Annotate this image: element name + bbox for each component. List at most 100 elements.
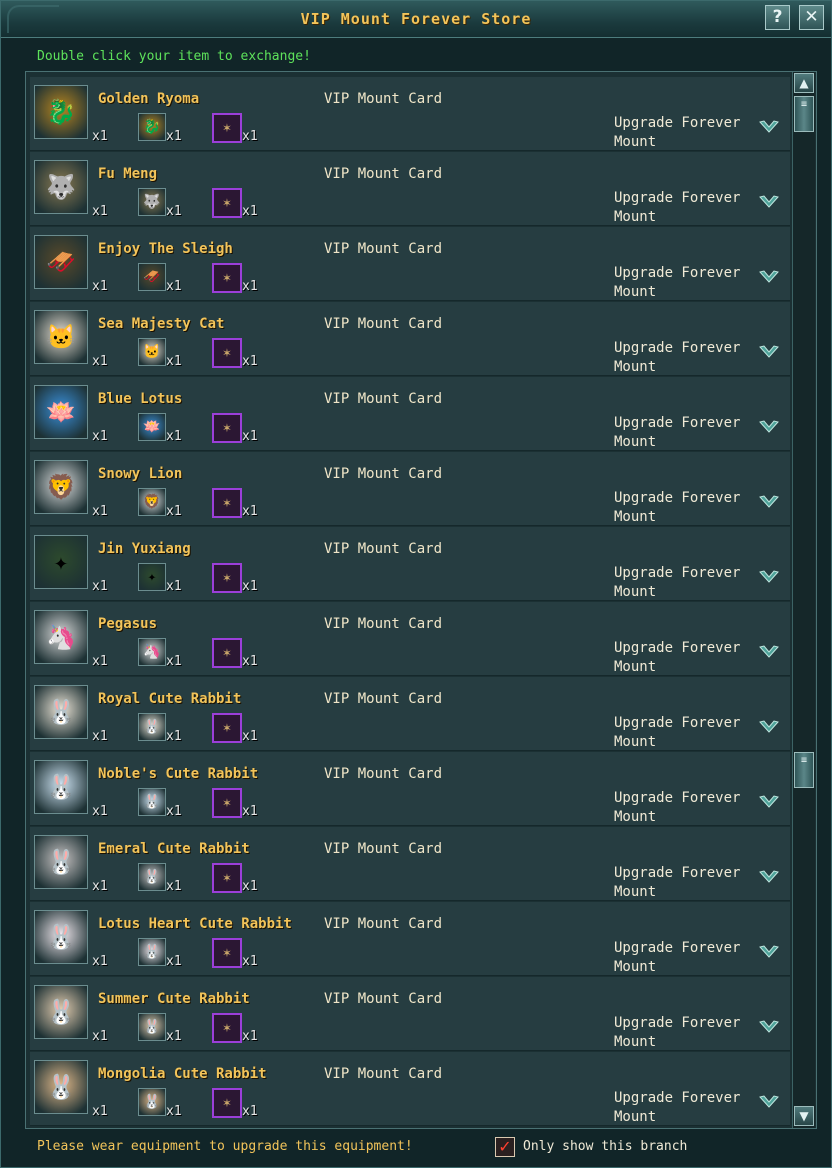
chevron-down-icon[interactable] xyxy=(758,492,780,514)
store-item-row[interactable]: 🐰 x1 🐰 x1 ✶ x1 Royal Cute Rabbit VIP Mou… xyxy=(30,677,790,751)
upgrade-action-line1: Upgrade Forever xyxy=(614,115,741,131)
upgrade-action-label[interactable]: Upgrade Forever Mount xyxy=(614,489,764,527)
store-item-row[interactable]: 🛷 x1 🛷 x1 ✶ x1 Enjoy The Sleigh VIP Moun… xyxy=(30,227,790,301)
store-item-row[interactable]: 🐰 x1 🐰 x1 ✶ x1 Mongolia Cute Rabbit VIP … xyxy=(30,1052,790,1126)
upgrade-action-label[interactable]: Upgrade Forever Mount xyxy=(614,864,764,902)
vip-card-icon: ✶ xyxy=(212,338,242,368)
card-quantity: x1 xyxy=(242,804,258,819)
item-quantity: x1 xyxy=(92,879,108,894)
chevron-down-icon[interactable] xyxy=(758,567,780,589)
upgrade-action-label[interactable]: Upgrade Forever Mount xyxy=(614,114,764,152)
chevron-down-icon[interactable] xyxy=(758,1092,780,1114)
item-quantity: x1 xyxy=(92,504,108,519)
chevron-down-icon[interactable] xyxy=(758,792,780,814)
rabbit-icon: 🐰 xyxy=(34,835,88,889)
card-quantity: x1 xyxy=(242,504,258,519)
chevron-down-icon[interactable] xyxy=(758,867,780,889)
upgrade-action-line1: Upgrade Forever xyxy=(614,340,741,356)
vip-card-icon: ✶ xyxy=(212,188,242,218)
close-button[interactable]: ✕ xyxy=(799,5,824,30)
card-quantity: x1 xyxy=(242,279,258,294)
store-item-row[interactable]: 🐱 x1 🐱 x1 ✶ x1 Sea Majesty Cat VIP Mount… xyxy=(30,302,790,376)
only-show-branch-label[interactable]: Only show this branch xyxy=(523,1139,687,1154)
vip-mount-store-window: VIP Mount Forever Store ? ✕ Double click… xyxy=(0,0,832,1168)
upgrade-action-line2: Mount xyxy=(614,509,657,525)
item-name: Enjoy The Sleigh xyxy=(98,241,233,257)
upgrade-action-label[interactable]: Upgrade Forever Mount xyxy=(614,264,764,302)
store-item-row[interactable]: 🪷 x1 🪷 x1 ✶ x1 Blue Lotus VIP Mount Card… xyxy=(30,377,790,451)
required-card-label: VIP Mount Card xyxy=(324,241,443,257)
scroll-down-button[interactable]: ▼ xyxy=(794,1106,814,1126)
upgrade-action-label[interactable]: Upgrade Forever Mount xyxy=(614,189,764,227)
chevron-down-icon[interactable] xyxy=(758,942,780,964)
store-item-row[interactable]: 🐺 x1 🐺 x1 ✶ x1 Fu Meng VIP Mount Card Up… xyxy=(30,152,790,226)
rabbit-small-icon: 🐰 xyxy=(138,863,166,891)
upgrade-action-label[interactable]: Upgrade Forever Mount xyxy=(614,414,764,452)
required-card-label: VIP Mount Card xyxy=(324,166,443,182)
scroll-up-button[interactable]: ▲ xyxy=(794,73,814,93)
upgrade-action-label[interactable]: Upgrade Forever Mount xyxy=(614,1014,764,1052)
upgrade-action-label[interactable]: Upgrade Forever Mount xyxy=(614,714,764,752)
sleigh-small-icon: 🛷 xyxy=(138,263,166,291)
required-card-label: VIP Mount Card xyxy=(324,691,443,707)
upgrade-action-line2: Mount xyxy=(614,359,657,375)
chevron-down-icon[interactable] xyxy=(758,642,780,664)
store-item-row[interactable]: 🐰 x1 🐰 x1 ✶ x1 Emeral Cute Rabbit VIP Mo… xyxy=(30,827,790,901)
unicorn-icon: 🦄 xyxy=(34,610,88,664)
only-show-branch-checkbox[interactable]: ✓ xyxy=(495,1137,515,1157)
upgrade-action-label[interactable]: Upgrade Forever Mount xyxy=(614,639,764,677)
chevron-down-icon[interactable] xyxy=(758,417,780,439)
chevron-down-icon[interactable] xyxy=(758,192,780,214)
scrollbar[interactable]: ▲ ≡ ≡ ▼ xyxy=(792,72,815,1128)
vip-card-icon: ✶ xyxy=(212,713,242,743)
golden-dragon-small-icon: 🐉 xyxy=(138,113,166,141)
store-item-row[interactable]: 🐰 x1 🐰 x1 ✶ x1 Lotus Heart Cute Rabbit V… xyxy=(30,902,790,976)
title-bar[interactable]: VIP Mount Forever Store ? ✕ xyxy=(1,1,831,38)
lion-small-icon: 🦁 xyxy=(138,488,166,516)
item-quantity: x1 xyxy=(92,1029,108,1044)
item-name: Royal Cute Rabbit xyxy=(98,691,242,707)
store-item-row[interactable]: 🐰 x1 🐰 x1 ✶ x1 Noble's Cute Rabbit VIP M… xyxy=(30,752,790,826)
store-item-row[interactable]: 🐰 x1 🐰 x1 ✶ x1 Summer Cute Rabbit VIP Mo… xyxy=(30,977,790,1051)
rabbit-icon: 🐰 xyxy=(34,985,88,1039)
vip-card-icon: ✶ xyxy=(212,113,242,143)
item-name: Noble's Cute Rabbit xyxy=(98,766,259,782)
chevron-down-icon[interactable] xyxy=(758,717,780,739)
chevron-down-icon[interactable] xyxy=(758,117,780,139)
upgrade-action-line1: Upgrade Forever xyxy=(614,790,741,806)
store-item-row[interactable]: 🐉 x1 🐉 x1 ✶ x1 Golden Ryoma VIP Mount Ca… xyxy=(30,77,790,151)
item-name: Summer Cute Rabbit xyxy=(98,991,250,1007)
unicorn-small-icon: 🦄 xyxy=(138,638,166,666)
golden-staff-icon: ✦ xyxy=(34,535,88,589)
upgrade-action-line1: Upgrade Forever xyxy=(614,190,741,206)
upgrade-action-line1: Upgrade Forever xyxy=(614,1015,741,1031)
scroll-thumb[interactable]: ≡ xyxy=(794,96,814,132)
upgrade-action-label[interactable]: Upgrade Forever Mount xyxy=(614,789,764,827)
upgrade-action-label[interactable]: Upgrade Forever Mount xyxy=(614,939,764,977)
store-item-row[interactable]: 🦁 x1 🦁 x1 ✶ x1 Snowy Lion VIP Mount Card… xyxy=(30,452,790,526)
item-name: Blue Lotus xyxy=(98,391,183,407)
chevron-down-icon[interactable] xyxy=(758,1017,780,1039)
vip-card-icon: ✶ xyxy=(212,263,242,293)
item-quantity: x1 xyxy=(92,279,108,294)
card-quantity: x1 xyxy=(242,729,258,744)
help-button[interactable]: ? xyxy=(765,5,790,30)
required-card-label: VIP Mount Card xyxy=(324,991,443,1007)
required-card-label: VIP Mount Card xyxy=(324,316,443,332)
rabbit-icon: 🐰 xyxy=(34,685,88,739)
item-quantity: x1 xyxy=(92,204,108,219)
vip-card-icon: ✶ xyxy=(212,413,242,443)
material-quantity: x1 xyxy=(166,654,182,669)
store-item-row[interactable]: ✦ x1 ✦ x1 ✶ x1 Jin Yuxiang VIP Mount Car… xyxy=(30,527,790,601)
upgrade-action-label[interactable]: Upgrade Forever Mount xyxy=(614,339,764,377)
store-item-row[interactable]: 🦄 x1 🦄 x1 ✶ x1 Pegasus VIP Mount Card Up… xyxy=(30,602,790,676)
scroll-thumb-lower[interactable]: ≡ xyxy=(794,752,814,788)
item-quantity: x1 xyxy=(92,429,108,444)
upgrade-action-line1: Upgrade Forever xyxy=(614,640,741,656)
upgrade-action-label[interactable]: Upgrade Forever Mount xyxy=(614,564,764,602)
chevron-down-icon[interactable] xyxy=(758,267,780,289)
upgrade-action-label[interactable]: Upgrade Forever Mount xyxy=(614,1089,764,1127)
item-name: Golden Ryoma xyxy=(98,91,200,107)
chevron-down-icon[interactable] xyxy=(758,342,780,364)
upgrade-action-line1: Upgrade Forever xyxy=(614,265,741,281)
